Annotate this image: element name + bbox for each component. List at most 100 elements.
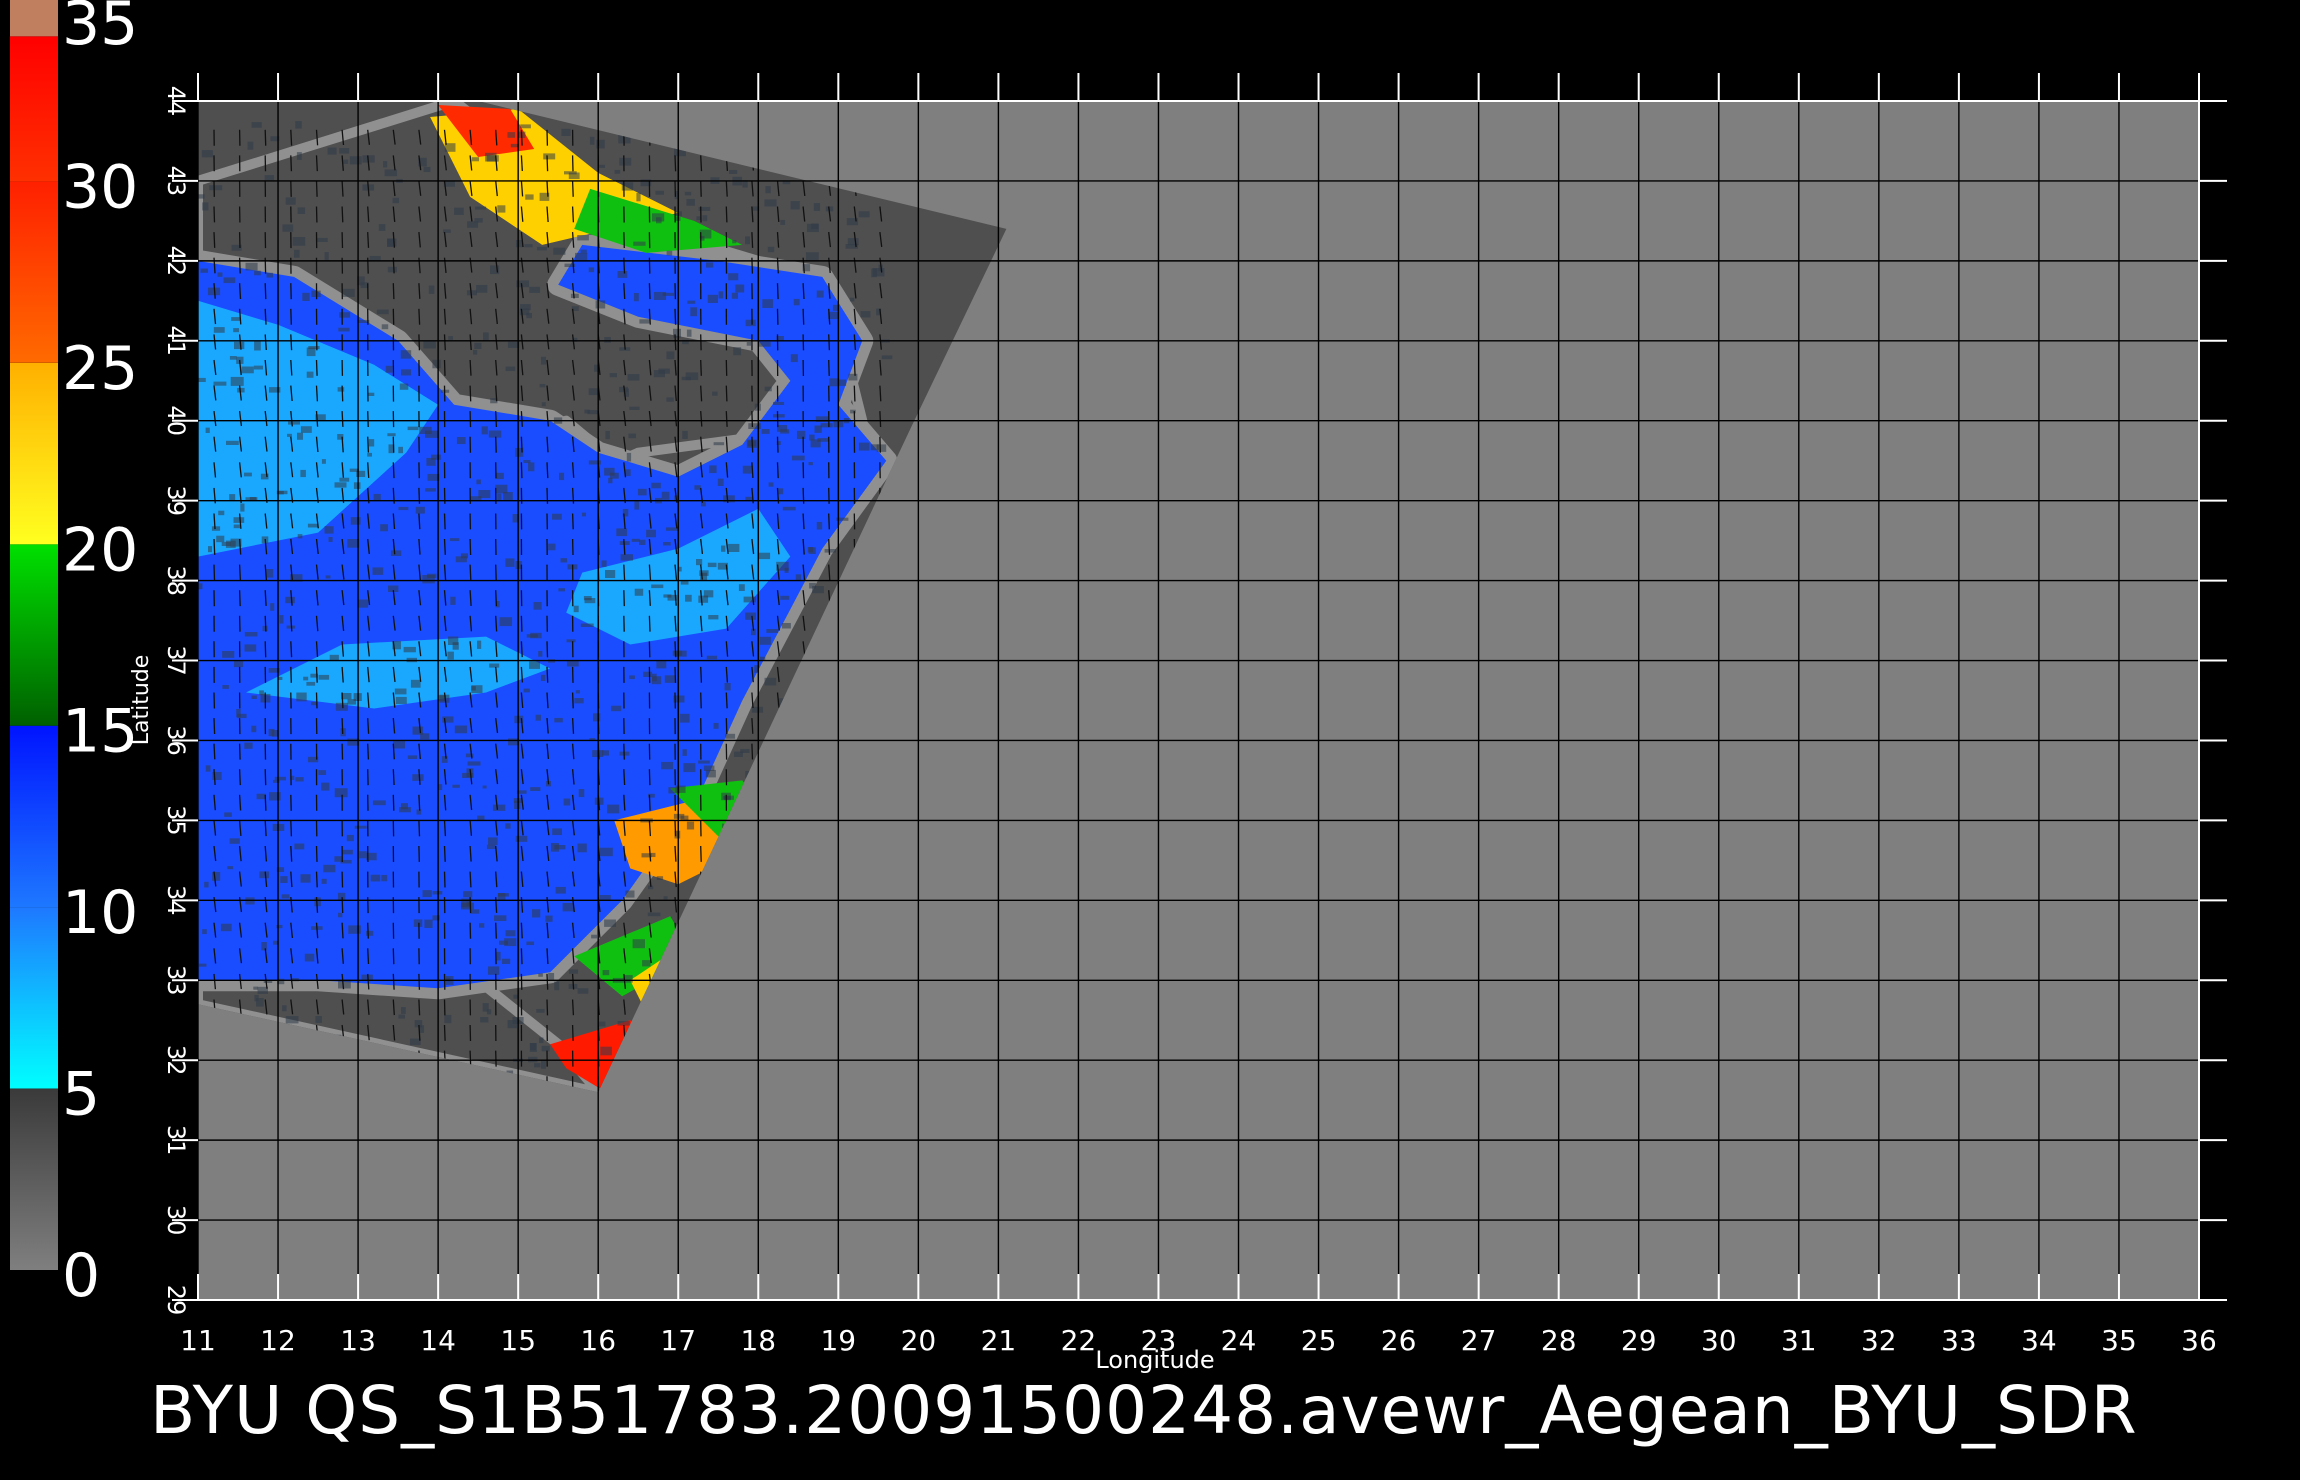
wind-vector — [469, 538, 472, 556]
speckle — [296, 152, 302, 160]
speckle — [505, 823, 511, 829]
speckle — [632, 939, 645, 949]
speckle — [538, 973, 543, 977]
speckle — [347, 738, 360, 746]
wind-vector — [213, 743, 216, 760]
wind-vector — [443, 871, 446, 888]
wind-vector — [700, 155, 703, 172]
y-tick-label: 40 — [162, 405, 190, 436]
wind-vector — [828, 513, 830, 530]
speckle — [280, 876, 288, 883]
speckle — [847, 238, 859, 246]
speckle — [588, 267, 595, 273]
speckle — [480, 1017, 489, 1023]
wind-vector — [367, 411, 369, 428]
wind-vector — [264, 615, 267, 632]
speckle — [270, 603, 275, 611]
colorbar-band-1 — [10, 907, 58, 1089]
speckle — [251, 695, 257, 699]
wind-vector — [315, 385, 319, 402]
speckle — [387, 266, 397, 273]
x-tick-label: 18 — [740, 1324, 776, 1357]
speckle — [450, 596, 456, 605]
wind-vector — [418, 973, 421, 990]
speckle — [796, 430, 806, 439]
speckle — [656, 217, 662, 224]
wind-vector — [802, 308, 805, 325]
wind-vector — [623, 590, 625, 607]
speckle — [479, 923, 485, 928]
speckle — [304, 953, 315, 962]
speckle — [476, 479, 481, 485]
wind-vector — [571, 692, 574, 709]
speckle — [339, 477, 350, 482]
speckle — [589, 136, 595, 145]
wind-vector — [367, 436, 370, 453]
speckle — [486, 1009, 492, 1015]
speckle — [415, 506, 425, 514]
wind-vector — [623, 257, 626, 274]
wind-vector — [520, 922, 523, 939]
speckle — [293, 249, 300, 258]
speckle — [261, 942, 267, 951]
speckle — [222, 651, 235, 658]
y-tick-label: 44 — [162, 86, 190, 117]
colorbar-label: 20 — [62, 515, 138, 585]
speckle — [222, 685, 229, 689]
wind-map-figure: 35 30 25 20 15 10 5 0 11 12 13 14 15 16 17 18 19 20 21 22 2… — [10, 0, 2227, 1374]
speckle — [758, 552, 771, 560]
wind-vector — [879, 385, 882, 402]
speckle — [778, 488, 784, 495]
speckle — [366, 930, 374, 936]
speckle — [474, 218, 483, 223]
speckle — [474, 206, 487, 210]
speckle — [529, 1043, 537, 1052]
wind-vector — [725, 692, 728, 709]
speckle — [428, 285, 435, 294]
speckle — [245, 262, 258, 271]
speckle — [334, 482, 347, 488]
wind-vector — [571, 180, 574, 197]
speckle — [489, 663, 500, 668]
speckle — [515, 835, 528, 842]
speckle — [201, 150, 213, 158]
speckle — [745, 319, 756, 327]
x-tick-label: 19 — [820, 1324, 856, 1357]
speckle — [780, 219, 786, 225]
speckle — [315, 237, 328, 242]
speckle — [425, 488, 436, 492]
speckle — [629, 675, 635, 680]
speckle — [570, 293, 579, 298]
wind-vector — [700, 180, 702, 197]
speckle — [211, 526, 221, 531]
speckle — [707, 562, 717, 568]
wind-vector — [520, 129, 523, 146]
speckle — [297, 432, 303, 440]
x-tick-label: 27 — [1461, 1324, 1497, 1357]
speckle — [401, 369, 412, 376]
wind-vector — [776, 462, 779, 479]
speckle — [683, 763, 696, 773]
y-axis-label: Latitude — [129, 655, 154, 746]
speckle — [398, 1014, 405, 1019]
y-tick-label: 35 — [162, 805, 190, 836]
speckle — [733, 347, 742, 356]
speckle — [334, 856, 343, 862]
speckle — [213, 381, 227, 386]
wind-vector — [238, 283, 242, 300]
speckle — [614, 169, 621, 174]
speckle — [593, 713, 601, 722]
speckle — [300, 469, 306, 478]
speckle — [497, 893, 506, 901]
speckle — [409, 1038, 421, 1046]
wind-vector — [392, 257, 395, 274]
speckle — [725, 733, 736, 739]
wind-vector — [238, 564, 242, 581]
y-tick-label: 41 — [162, 326, 190, 357]
speckle — [562, 903, 574, 912]
speckle — [609, 373, 617, 378]
speckle — [805, 252, 819, 261]
speckle — [729, 169, 738, 174]
wind-vector — [418, 308, 421, 325]
speckle — [432, 359, 441, 369]
